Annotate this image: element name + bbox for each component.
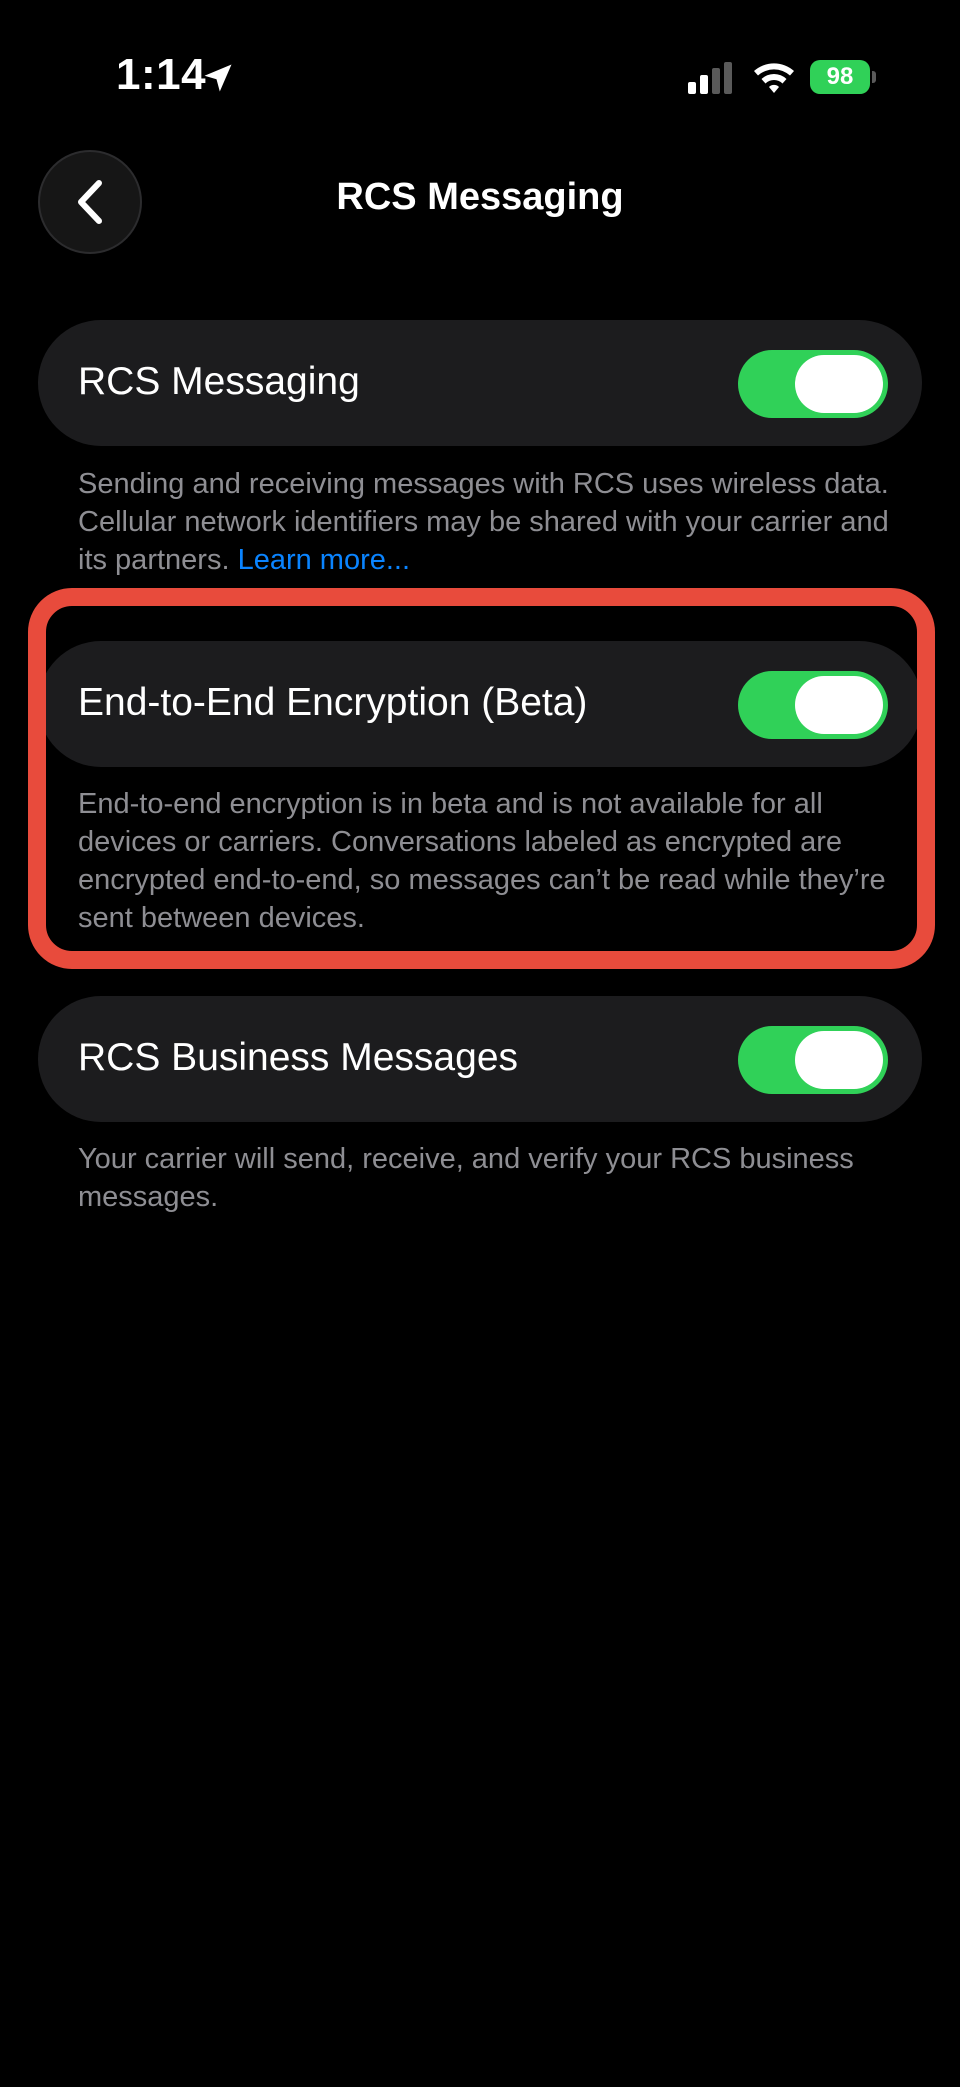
page-title: RCS Messaging [336,176,624,218]
learn-more-link[interactable]: Learn more... [238,544,410,576]
rcs-messaging-footer: Sending and receiving messages with RCS … [78,465,898,579]
wifi-icon [754,63,794,93]
highlight-box [28,588,935,969]
toggle-knob [795,355,883,413]
rcs-messaging-label: RCS Messaging [78,360,360,403]
rcs-messaging-row: RCS Messaging [38,320,922,446]
battery-cap [872,71,876,83]
screen: 1:14 98 RCS Messaging RCS Messaging Send… [0,0,960,2087]
rcs-messaging-footer-text: Sending and receiving messages with RCS … [78,468,889,576]
rcs-business-toggle[interactable] [738,1026,888,1094]
location-arrow-icon [204,64,232,92]
cellular-signal-icon [688,62,732,94]
rcs-business-footer: Your carrier will send, receive, and ver… [78,1143,854,1213]
battery-indicator: 98 [810,60,876,94]
rcs-business-row: RCS Business Messages [38,996,922,1122]
status-time: 1:14 [116,50,207,99]
rcs-messaging-toggle[interactable] [738,350,888,418]
battery-level: 98 [810,60,870,94]
toggle-knob [795,1031,883,1089]
rcs-business-label: RCS Business Messages [78,1036,519,1079]
status-bar: 1:14 98 [0,0,960,150]
